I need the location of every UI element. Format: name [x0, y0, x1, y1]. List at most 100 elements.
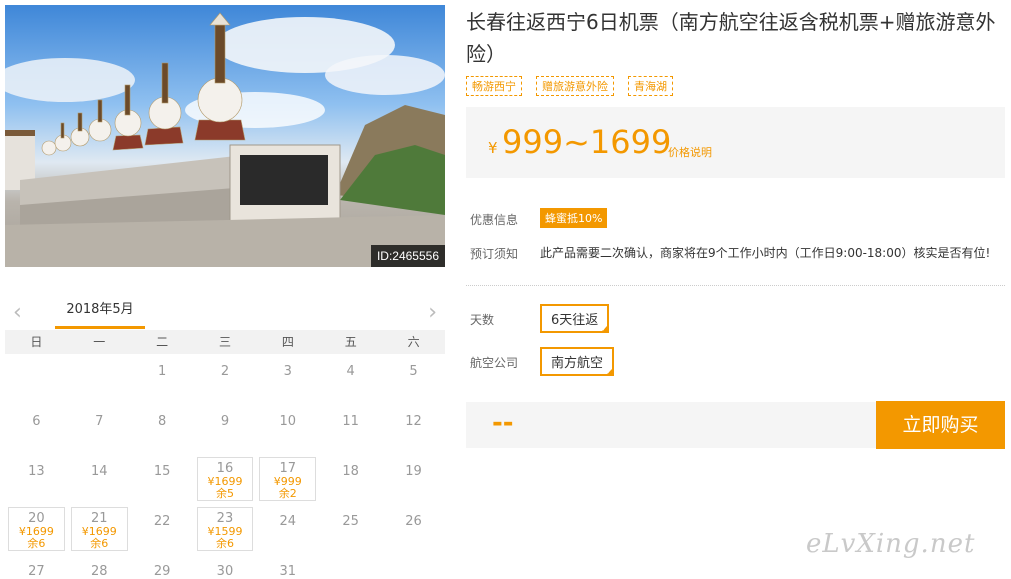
- calendar-day-number: 30: [216, 564, 234, 579]
- calendar-day: 28: [68, 554, 131, 579]
- weekday-label: 一: [93, 335, 106, 349]
- calendar-day-number: 12: [405, 414, 422, 429]
- calendar-day: 11: [319, 404, 382, 454]
- calendar-day-number: 28: [90, 564, 108, 579]
- weekday-label: 四: [281, 335, 294, 349]
- calendar-day: 26: [382, 504, 445, 554]
- calendar-day-number: 31: [279, 564, 297, 579]
- calendar-day: 15: [131, 454, 194, 504]
- calendar-day-number: 19: [405, 464, 422, 479]
- calendar-blank-cell: [68, 354, 131, 404]
- stupa-scene-illustration: [5, 12, 445, 267]
- calendar-day: 6: [5, 404, 68, 454]
- calendar-day-number: 11: [342, 414, 359, 429]
- booking-notice-label: 预订须知: [470, 247, 519, 261]
- calendar-day-number: 2: [220, 364, 230, 379]
- photo-id-label: ID:2465556: [370, 245, 445, 267]
- product-title: 长春往返西宁6日机票（南方航空往返含税机票+赠旅游意外险）: [466, 10, 996, 66]
- calendar-day: 9: [194, 404, 257, 454]
- calendar-day-number: 7: [95, 414, 104, 429]
- calendar-day-number: 15: [153, 464, 171, 479]
- calendar-day-number: 25: [342, 514, 359, 529]
- weekday-label: 日: [30, 335, 43, 349]
- calendar-day: 5: [382, 354, 445, 404]
- calendar-day-number: 1: [157, 364, 167, 379]
- calendar-day-remaining: 余6: [90, 537, 109, 550]
- weekday-label: 六: [407, 335, 420, 349]
- chevron-left-icon[interactable]: ‹: [13, 300, 22, 325]
- calendar-month-tab[interactable]: 2018年5月: [55, 296, 145, 329]
- calendar-day-number: 18: [342, 464, 359, 479]
- calendar-day-number: 5: [409, 364, 418, 379]
- product-tag: 青海湖: [628, 76, 673, 96]
- calendar-grid: 1 2 3 4 5 6 7 8 9 10 11 12 13 14 15 16 ¥1699 余5 17 ¥999 余2 18…: [5, 354, 445, 579]
- calendar-day-remaining: 余6: [215, 537, 234, 550]
- airline-label: 航空公司: [470, 356, 519, 370]
- calendar-day: 2: [194, 354, 257, 404]
- watermark: eLvXing.net: [806, 529, 976, 559]
- calendar-day-number: 17: [279, 461, 297, 476]
- check-icon: ✓: [601, 325, 608, 333]
- calendar-day-number: 29: [153, 564, 171, 579]
- calendar-day: 14: [68, 454, 131, 504]
- total-price: --: [492, 408, 514, 438]
- calendar-day-number: 16: [216, 461, 234, 476]
- calendar-day-number: 22: [153, 514, 171, 529]
- calendar-day-number: 3: [283, 364, 292, 379]
- calendar-day: 27: [5, 554, 68, 579]
- calendar-day: 29: [131, 554, 194, 579]
- calendar-blank-cell: [5, 354, 68, 404]
- weekday-label: 二: [156, 335, 169, 349]
- calendar-day-remaining: 余5: [215, 487, 234, 500]
- calendar-day-available[interactable]: 21 ¥1699 余6: [70, 507, 128, 551]
- weekday-label: 五: [344, 335, 357, 349]
- calendar-day-available[interactable]: 16 ¥1699 余5: [196, 457, 254, 501]
- total-price-bar: --: [466, 402, 876, 448]
- calendar-day-number: 13: [28, 464, 45, 479]
- calendar-day: 25: [319, 504, 382, 554]
- calendar-day-available[interactable]: 23 ¥1599 余6: [196, 507, 254, 551]
- days-option-label: 6天往返: [551, 313, 599, 328]
- calendar-day-number: 6: [32, 414, 41, 429]
- calendar-day-remaining: 余6: [27, 537, 46, 550]
- promo-label: 优惠信息: [470, 213, 519, 227]
- check-icon: ✓: [606, 368, 613, 376]
- days-option[interactable]: 6天往返 ✓: [540, 304, 610, 333]
- currency-symbol: ¥: [488, 139, 498, 157]
- booking-notice-text: 此产品需要二次确认，商家将在9个工作小时内（工作日9:00-18:00）核实是否…: [540, 246, 991, 260]
- calendar-day: 13: [5, 454, 68, 504]
- divider: [466, 285, 1005, 286]
- buy-now-button[interactable]: 立即购买: [876, 401, 1005, 449]
- product-photo[interactable]: ID:2465556: [5, 5, 445, 267]
- calendar-day: 1: [131, 354, 194, 404]
- calendar-day: 24: [256, 504, 319, 554]
- calendar-day-number: 9: [220, 414, 230, 429]
- calendar-day: 31: [256, 554, 319, 579]
- calendar-day: 19: [382, 454, 445, 504]
- calendar-day: 18: [319, 454, 382, 504]
- product-tag: 赠旅游意外险: [536, 76, 614, 96]
- calendar-day-number: 8: [157, 414, 167, 429]
- calendar-day-available[interactable]: 17 ¥999 余2: [259, 457, 317, 501]
- calendar-day: 10: [256, 404, 319, 454]
- price-explanation-link[interactable]: 价格说明: [668, 144, 712, 160]
- calendar-day-number: 26: [405, 514, 422, 529]
- calendar-day: 8: [131, 404, 194, 454]
- calendar-day-number: 14: [90, 464, 108, 479]
- price-range: 999~1699: [502, 123, 672, 161]
- airline-option-label: 南方航空: [551, 356, 604, 371]
- product-tag: 畅游西宁: [466, 76, 522, 96]
- calendar-weekday-row: 日一二三四五六: [5, 330, 445, 354]
- calendar-day: 3: [256, 354, 319, 404]
- weekday-label: 三: [219, 335, 232, 349]
- calendar-day: 22: [131, 504, 194, 554]
- calendar-day-available[interactable]: 20 ¥1699 余6: [8, 507, 65, 551]
- product-tags: 畅游西宁 赠旅游意外险 青海湖: [466, 76, 673, 96]
- calendar-day: 7: [68, 404, 131, 454]
- airline-option[interactable]: 南方航空 ✓: [540, 347, 615, 376]
- days-label: 天数: [470, 313, 495, 327]
- calendar-day-number: 4: [346, 364, 355, 379]
- chevron-right-icon[interactable]: ›: [428, 300, 437, 325]
- calendar-day: 12: [382, 404, 445, 454]
- calendar-day-number: 10: [279, 414, 297, 429]
